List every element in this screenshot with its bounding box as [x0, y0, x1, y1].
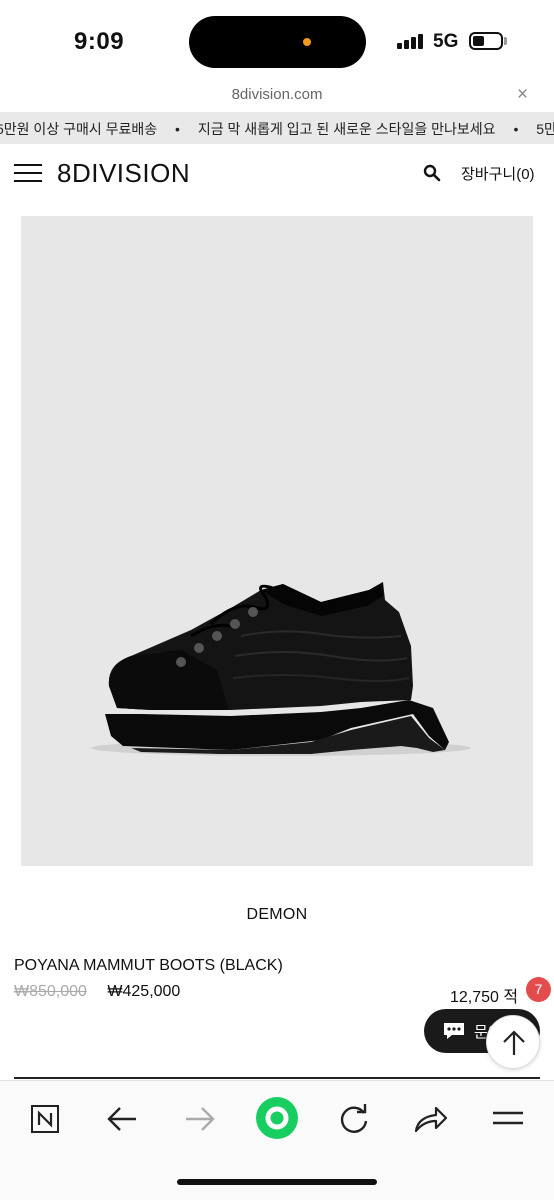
section-divider	[14, 1077, 540, 1079]
boot-illustration	[91, 582, 471, 756]
home-indicator	[177, 1179, 377, 1185]
reward-points: 12,750 적	[450, 989, 519, 1006]
battery-tip	[504, 37, 507, 45]
url-text[interactable]: 8division.com	[0, 86, 554, 103]
marquee-item: 5만원	[536, 121, 554, 137]
reload-icon[interactable]	[334, 1099, 374, 1139]
sale-price: ₩425,000	[107, 983, 181, 1000]
dynamic-island	[189, 16, 366, 68]
marquee-item: 지금 막 새롭게 입고 된 새로운 스타일을 만나보세요	[197, 121, 496, 137]
marquee-track: 5만원 이상 구매시 무료배송 • 지금 막 새롭게 입고 된 새로운 스타일을…	[0, 119, 554, 139]
forward-arrow-icon[interactable]	[180, 1099, 220, 1139]
product-brand[interactable]: DEMON	[0, 906, 554, 924]
marquee-separator: •	[513, 121, 519, 137]
chat-icon	[444, 1023, 464, 1039]
menu-icon[interactable]	[14, 164, 44, 184]
menu-lines-icon[interactable]	[488, 1099, 528, 1139]
back-arrow-icon[interactable]	[104, 1099, 144, 1139]
notification-badge[interactable]: 7	[526, 977, 551, 1002]
naver-n-icon[interactable]	[28, 1099, 68, 1139]
search-icon[interactable]	[423, 164, 441, 182]
network-label: 5G	[433, 31, 459, 52]
signal-icon	[397, 33, 425, 49]
cart-link[interactable]: 장바구니(0)	[461, 163, 535, 184]
site-header: 8DIVISION 장바구니(0)	[0, 148, 554, 198]
original-price: ₩850,000	[14, 983, 87, 1000]
scroll-top-button[interactable]	[486, 1015, 540, 1069]
marquee-separator: •	[175, 121, 180, 137]
close-icon[interactable]: ×	[517, 84, 528, 106]
product-name: POYANA MAMMUT BOOTS (BLACK)	[14, 957, 283, 974]
marquee-item: 5만원 이상 구매시 무료배송	[0, 121, 158, 137]
share-icon[interactable]	[410, 1099, 450, 1139]
battery-icon	[469, 32, 503, 50]
status-time: 9:09	[74, 28, 125, 55]
product-image[interactable]	[21, 216, 533, 866]
site-logo[interactable]: 8DIVISION	[57, 158, 190, 189]
url-bar[interactable]: 8division.com ×	[0, 84, 554, 110]
price-row: ₩850,000 ₩425,000	[14, 983, 180, 1001]
indicator-dot	[303, 38, 311, 46]
status-bar: 9:09 5G	[0, 0, 554, 84]
arrow-up-icon	[503, 1030, 525, 1055]
green-dot-icon[interactable]	[254, 1095, 300, 1141]
announcement-marquee: 5만원 이상 구매시 무료배송 • 지금 막 새롭게 입고 된 새로운 스타일을…	[0, 112, 554, 144]
